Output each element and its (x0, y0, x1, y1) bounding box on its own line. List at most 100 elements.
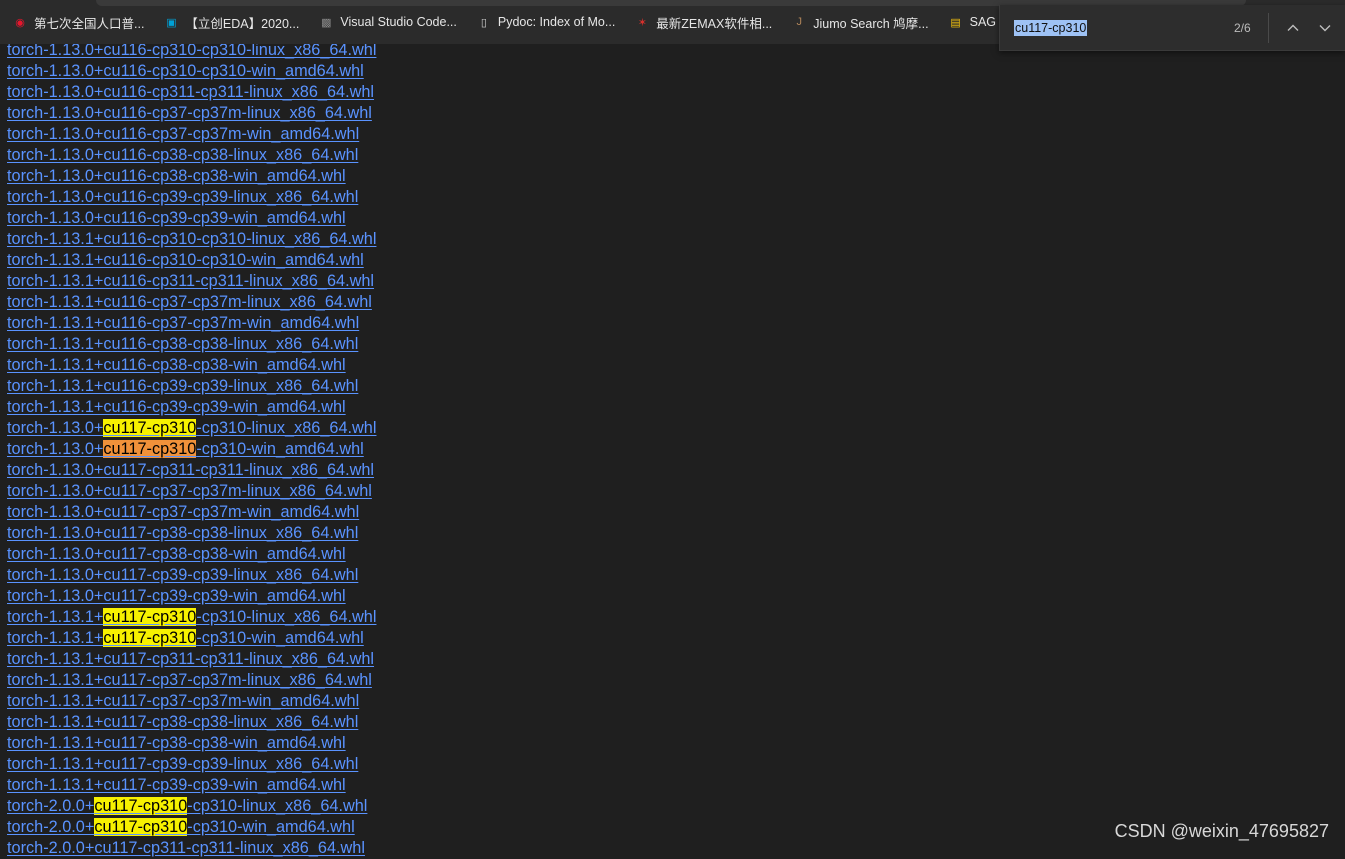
file-name-text: torch-1.13.1+cu116-cp311-cp311-linux_x86… (7, 272, 375, 290)
file-link[interactable]: torch-1.13.0+cu117-cp38-cp38-win_amd64.w… (7, 544, 907, 565)
file-link[interactable]: torch-1.13.0+cu116-cp37-cp37m-win_amd64.… (7, 124, 907, 145)
bookmark-item[interactable]: ✶ 最新ZEMAX软件相... (634, 13, 773, 32)
file-name-text: torch-1.13.1+cu116-cp310-cp310-linux_x86… (7, 230, 377, 248)
file-name-text: torch-1.13.1+cu116-cp38-cp38-win_amd64.w… (7, 356, 346, 374)
file-name-text: torch-1.13.1+cu116-cp38-cp38-linux_x86_6… (7, 335, 359, 353)
file-name-text: torch-1.13.1+cu116-cp37-cp37m-win_amd64.… (7, 314, 360, 332)
file-name-text: -cp310-win_amd64.whl (196, 629, 364, 647)
file-name-text: torch-1.13.1+cu116-cp37-cp37m-linux_x86_… (7, 293, 372, 311)
file-name-text: -cp310-win_amd64.whl (187, 818, 355, 836)
file-link[interactable]: torch-1.13.1+cu117-cp37-cp37m-linux_x86_… (7, 670, 907, 691)
file-name-text: torch-1.13.1+cu117-cp38-cp38-win_amd64.w… (7, 734, 346, 752)
search-match: cu117-cp310 (103, 608, 197, 626)
find-query-text: cu117-cp310 (1014, 20, 1088, 36)
file-name-text: torch-1.13.0+cu117-cp38-cp38-win_amd64.w… (7, 545, 346, 563)
file-link[interactable]: torch-1.13.0+cu117-cp38-cp38-linux_x86_6… (7, 523, 907, 544)
file-name-text: torch-1.13.0+cu117-cp311-cp311-linux_x86… (7, 461, 375, 479)
file-link[interactable]: torch-1.13.1+cu116-cp37-cp37m-win_amd64.… (7, 313, 907, 334)
file-link[interactable]: torch-1.13.1+cu117-cp310-cp310-win_amd64… (7, 628, 907, 649)
file-name-text: torch-1.13.1+cu117-cp39-cp39-linux_x86_6… (7, 755, 359, 773)
file-link[interactable]: torch-1.13.0+cu116-cp38-cp38-linux_x86_6… (7, 145, 907, 166)
file-name-text: torch-1.13.0+cu116-cp39-cp39-linux_x86_6… (7, 188, 359, 206)
file-name-text: torch-1.13.1+cu117-cp38-cp38-linux_x86_6… (7, 713, 359, 731)
file-link[interactable]: torch-1.13.0+cu116-cp310-cp310-win_amd64… (7, 61, 907, 82)
file-link[interactable]: torch-1.13.1+cu117-cp310-cp310-linux_x86… (7, 607, 907, 628)
file-link[interactable]: torch-1.13.1+cu117-cp39-cp39-linux_x86_6… (7, 754, 907, 775)
file-link[interactable]: torch-1.13.0+cu117-cp39-cp39-win_amd64.w… (7, 586, 907, 607)
file-link[interactable]: torch-2.0.0+cu117-cp310-cp310-win_amd64.… (7, 817, 907, 838)
file-link[interactable]: torch-1.13.0+cu116-cp39-cp39-linux_x86_6… (7, 187, 907, 208)
file-link[interactable]: torch-1.13.1+cu117-cp38-cp38-linux_x86_6… (7, 712, 907, 733)
file-name-text: torch-1.13.1+cu116-cp310-cp310-win_amd64… (7, 251, 364, 269)
bookmark-label: Visual Studio Code... (340, 15, 457, 29)
file-link[interactable]: torch-1.13.0+cu116-cp311-cp311-linux_x86… (7, 82, 907, 103)
file-link[interactable]: torch-1.13.0+cu117-cp310-cp310-linux_x86… (7, 418, 907, 439)
thumbnail-icon: ▩ (321, 16, 332, 29)
find-in-page-bar: cu117-cp310 2/6 (999, 5, 1345, 51)
bookmark-item[interactable]: ◉ 第七次全国人口普... (12, 13, 144, 32)
bookmark-label: Jiumo Search 鸠摩... (813, 16, 929, 31)
file-name-text: torch-1.13.0+cu117-cp37-cp37m-win_amd64.… (7, 503, 360, 521)
file-link[interactable]: torch-2.0.0+cu117-cp310-cp310-linux_x86_… (7, 796, 907, 817)
file-link[interactable]: torch-1.13.0+cu116-cp38-cp38-win_amd64.w… (7, 166, 907, 187)
file-link[interactable]: torch-1.13.1+cu116-cp39-cp39-win_amd64.w… (7, 397, 907, 418)
file-link[interactable]: torch-1.13.1+cu116-cp37-cp37m-linux_x86_… (7, 292, 907, 313)
bilibili-tv-icon: ▣ (166, 16, 177, 29)
file-link[interactable]: torch-1.13.0+cu117-cp37-cp37m-linux_x86_… (7, 481, 907, 502)
file-name-text: -cp310-linux_x86_64.whl (187, 797, 368, 815)
file-link[interactable]: torch-1.13.1+cu117-cp311-cp311-linux_x86… (7, 649, 907, 670)
chevron-up-icon (1287, 24, 1299, 31)
file-link[interactable]: torch-1.13.1+cu116-cp39-cp39-linux_x86_6… (7, 376, 907, 397)
file-name-text: torch-1.13.1+cu117-cp37-cp37m-linux_x86_… (7, 671, 372, 689)
search-match: cu117-cp310 (103, 629, 197, 647)
file-link[interactable]: torch-1.13.1+cu117-cp37-cp37m-win_amd64.… (7, 691, 907, 712)
file-link[interactable]: torch-1.13.1+cu116-cp38-cp38-win_amd64.w… (7, 355, 907, 376)
file-link[interactable]: torch-1.13.0+cu116-cp39-cp39-win_amd64.w… (7, 208, 907, 229)
search-match: cu117-cp310 (103, 419, 197, 437)
file-name-text: -cp310-linux_x86_64.whl (196, 608, 377, 626)
file-name-text: torch-1.13.1+cu117-cp39-cp39-win_amd64.w… (7, 776, 346, 794)
bookmark-item[interactable]: J Jiumo Search 鸠摩... (791, 13, 929, 32)
weibo-icon: ◉ (15, 16, 25, 29)
file-name-text: torch-1.13.0+cu117-cp39-cp39-win_amd64.w… (7, 587, 346, 605)
sag-icon: ▤ (950, 16, 961, 29)
file-link[interactable]: torch-1.13.0+cu116-cp37-cp37m-linux_x86_… (7, 103, 907, 124)
file-name-text: torch-1.13.1+cu117-cp37-cp37m-win_amd64.… (7, 692, 360, 710)
file-link[interactable]: torch-2.0.0+cu117-cp311-cp311-linux_x86_… (7, 838, 907, 859)
file-name-text: torch-1.13.0+ (7, 419, 104, 437)
file-link[interactable]: torch-1.13.1+cu116-cp310-cp310-win_amd64… (7, 250, 907, 271)
file-name-text: torch-1.13.1+ (7, 629, 104, 647)
file-link[interactable]: torch-1.13.0+cu117-cp311-cp311-linux_x86… (7, 460, 907, 481)
file-link[interactable]: torch-1.13.1+cu116-cp38-cp38-linux_x86_6… (7, 334, 907, 355)
current-search-match: cu117-cp310 (103, 440, 197, 458)
find-next-button[interactable] (1315, 18, 1335, 38)
chevron-down-icon (1319, 25, 1331, 32)
file-listing: torch-1.13.0+cu116-cp310-cp310-linux_x86… (7, 40, 907, 859)
file-name-text: torch-1.13.0+cu116-cp310-cp310-win_amd64… (7, 62, 364, 80)
file-link[interactable]: torch-1.13.1+cu117-cp38-cp38-win_amd64.w… (7, 733, 907, 754)
bookmark-label: 最新ZEMAX软件相... (656, 16, 773, 31)
find-previous-button[interactable] (1283, 18, 1303, 38)
file-name-text: torch-1.13.0+cu117-cp39-cp39-linux_x86_6… (7, 566, 359, 584)
file-name-text: torch-1.13.0+cu116-cp39-cp39-win_amd64.w… (7, 209, 346, 227)
file-name-text: -cp310-win_amd64.whl (196, 440, 364, 458)
file-link[interactable]: torch-1.13.0+cu117-cp37-cp37m-win_amd64.… (7, 502, 907, 523)
file-name-text: torch-1.13.0+cu116-cp37-cp37m-linux_x86_… (7, 104, 372, 122)
find-separator (1268, 13, 1269, 43)
file-link[interactable]: torch-1.13.1+cu116-cp311-cp311-linux_x86… (7, 271, 907, 292)
file-link[interactable]: torch-1.13.1+cu116-cp310-cp310-linux_x86… (7, 229, 907, 250)
file-link[interactable]: torch-1.13.0+cu117-cp39-cp39-linux_x86_6… (7, 565, 907, 586)
file-link[interactable]: torch-1.13.1+cu117-cp39-cp39-win_amd64.w… (7, 775, 907, 796)
file-name-text: torch-1.13.1+cu116-cp39-cp39-linux_x86_6… (7, 377, 359, 395)
zemax-icon: ✶ (637, 16, 647, 29)
bookmark-label: 【立创EDA】2020... (185, 16, 300, 31)
bookmark-item[interactable]: ▣ 【立创EDA】2020... (163, 13, 299, 32)
file-name-text: torch-1.13.0+cu117-cp38-cp38-linux_x86_6… (7, 524, 359, 542)
bookmark-item[interactable]: ▩ Visual Studio Code... (318, 14, 457, 30)
file-name-text: -cp310-linux_x86_64.whl (196, 419, 377, 437)
file-name-text: torch-2.0.0+ (7, 818, 95, 836)
bookmark-item[interactable]: ▯ Pydoc: Index of Mo... (476, 14, 615, 30)
file-link[interactable]: torch-1.13.0+cu117-cp310-cp310-win_amd64… (7, 439, 907, 460)
jiumo-icon: J (796, 16, 803, 28)
file-name-text: torch-1.13.1+cu116-cp39-cp39-win_amd64.w… (7, 398, 346, 416)
